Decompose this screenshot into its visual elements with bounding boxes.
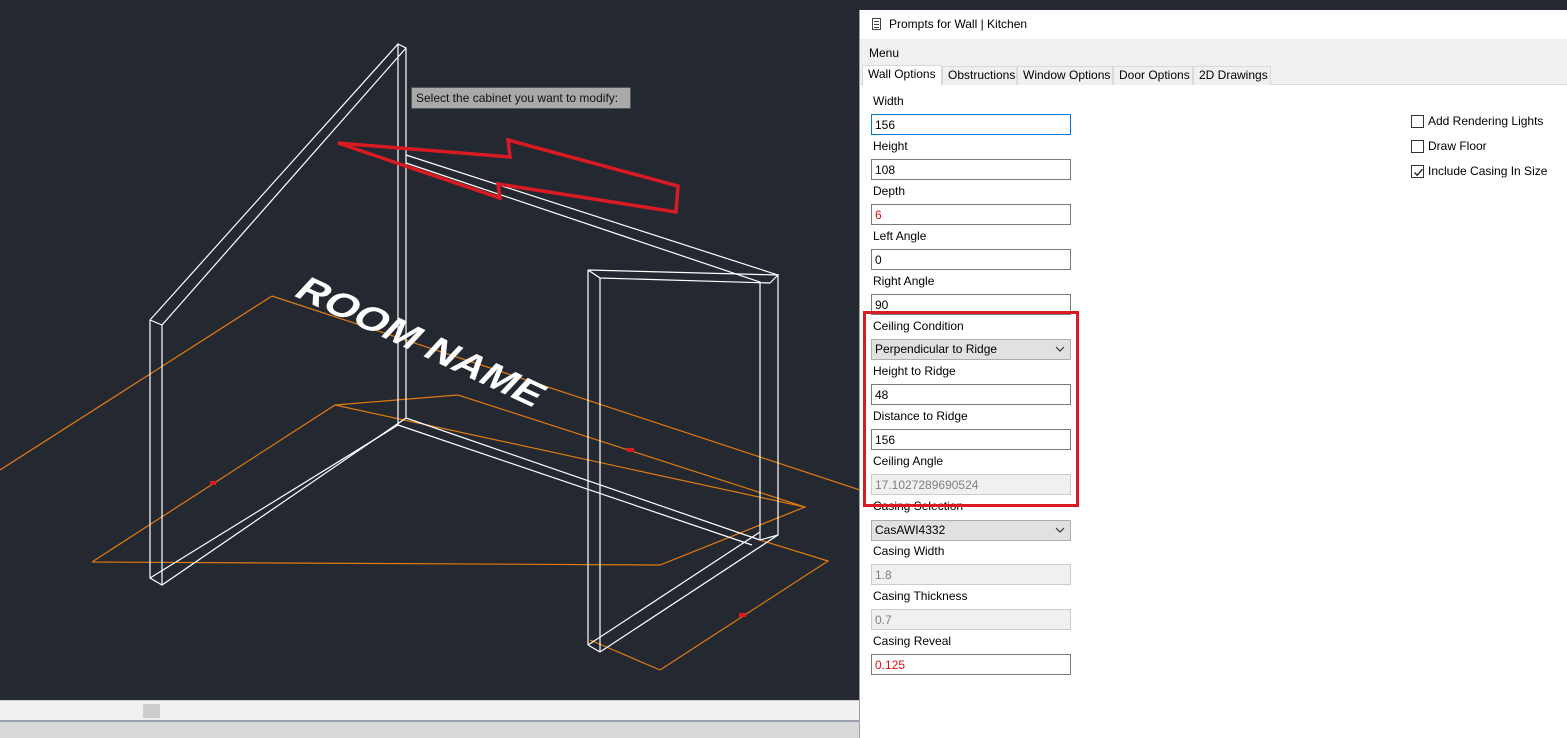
width-label: Width xyxy=(873,94,904,108)
left-angle-input[interactable] xyxy=(871,249,1071,270)
casing-width-label: Casing Width xyxy=(873,544,945,558)
chevron-down-icon xyxy=(1055,346,1065,352)
tab-window-options[interactable]: Window Options xyxy=(1017,66,1113,85)
menu-bar: Menu xyxy=(860,39,1567,65)
casing-reveal-label: Casing Reveal xyxy=(873,634,952,648)
checkbox-box[interactable] xyxy=(1411,165,1424,178)
height-to-ridge-label: Height to Ridge xyxy=(873,364,956,378)
tab-door-options[interactable]: Door Options xyxy=(1113,66,1193,85)
depth-label: Depth xyxy=(873,184,906,198)
annotation-arrow-icon xyxy=(337,137,680,215)
tab-2d-drawings[interactable]: 2D Drawings xyxy=(1193,66,1271,85)
distance-to-ridge-input[interactable] xyxy=(871,429,1071,450)
height-to-ridge-input[interactable] xyxy=(871,384,1071,405)
casing-thickness-label: Casing Thickness xyxy=(873,589,968,603)
ceiling-condition-select[interactable]: Perpendicular to Ridge xyxy=(871,339,1071,360)
grip-points xyxy=(210,448,746,617)
depth-input[interactable] xyxy=(871,204,1071,225)
width-input[interactable] xyxy=(871,114,1071,135)
tab-strip: Wall Options Obstructions Window Options… xyxy=(860,65,1567,86)
right-angle-label: Right Angle xyxy=(873,274,935,288)
dialog-titlebar[interactable]: Prompts for Wall | Kitchen xyxy=(860,10,1567,39)
casing-selection-value: CasAWI4332 xyxy=(875,523,946,537)
wall-options-panel: Width Height Depth Left Angle Right Angl… xyxy=(860,85,1567,738)
tab-obstructions[interactable]: Obstructions xyxy=(942,66,1017,85)
casing-reveal-input[interactable] xyxy=(871,654,1071,675)
casing-thickness-input xyxy=(871,609,1071,630)
left-angle-label: Left Angle xyxy=(873,229,927,243)
ceiling-condition-value: Perpendicular to Ridge xyxy=(875,342,998,356)
draw-floor-label: Draw Floor xyxy=(1428,139,1487,153)
right-angle-input[interactable] xyxy=(871,294,1071,315)
add-rendering-lights-label: Add Rendering Lights xyxy=(1428,114,1544,128)
casing-selection-select[interactable]: CasAWI4332 xyxy=(871,520,1071,541)
cad-viewport[interactable]: ROOM NAME Select the cabinet you want to… xyxy=(0,0,860,700)
ceiling-condition-label: Ceiling Condition xyxy=(873,319,964,333)
ceiling-angle-input xyxy=(871,474,1071,495)
checkbox-box[interactable] xyxy=(1411,140,1424,153)
casing-selection-label: Casing Selection xyxy=(873,499,964,513)
command-prompt-tooltip: Select the cabinet you want to modify: xyxy=(411,87,631,109)
distance-to-ridge-label: Distance to Ridge xyxy=(873,409,968,423)
include-casing-in-size-label: Include Casing In Size xyxy=(1428,164,1548,178)
casing-width-input xyxy=(871,564,1071,585)
menu-button[interactable]: Menu xyxy=(869,46,899,60)
chevron-down-icon xyxy=(1055,527,1065,533)
dialog-title: Prompts for Wall | Kitchen xyxy=(889,17,1028,31)
room-name-label: ROOM NAME xyxy=(286,271,555,414)
height-label: Height xyxy=(873,139,908,153)
tab-wall-options[interactable]: Wall Options xyxy=(862,65,942,86)
horizontal-scrollbar[interactable] xyxy=(0,700,860,720)
status-strip xyxy=(0,720,860,738)
checkmark-icon xyxy=(1414,168,1424,177)
scrollbar-thumb[interactable] xyxy=(143,704,160,718)
checkbox-box[interactable] xyxy=(1411,115,1424,128)
prompts-dialog: Prompts for Wall | Kitchen Menu Wall Opt… xyxy=(859,10,1567,738)
ceiling-angle-label: Ceiling Angle xyxy=(873,454,944,468)
height-input[interactable] xyxy=(871,159,1071,180)
document-icon xyxy=(872,18,881,30)
